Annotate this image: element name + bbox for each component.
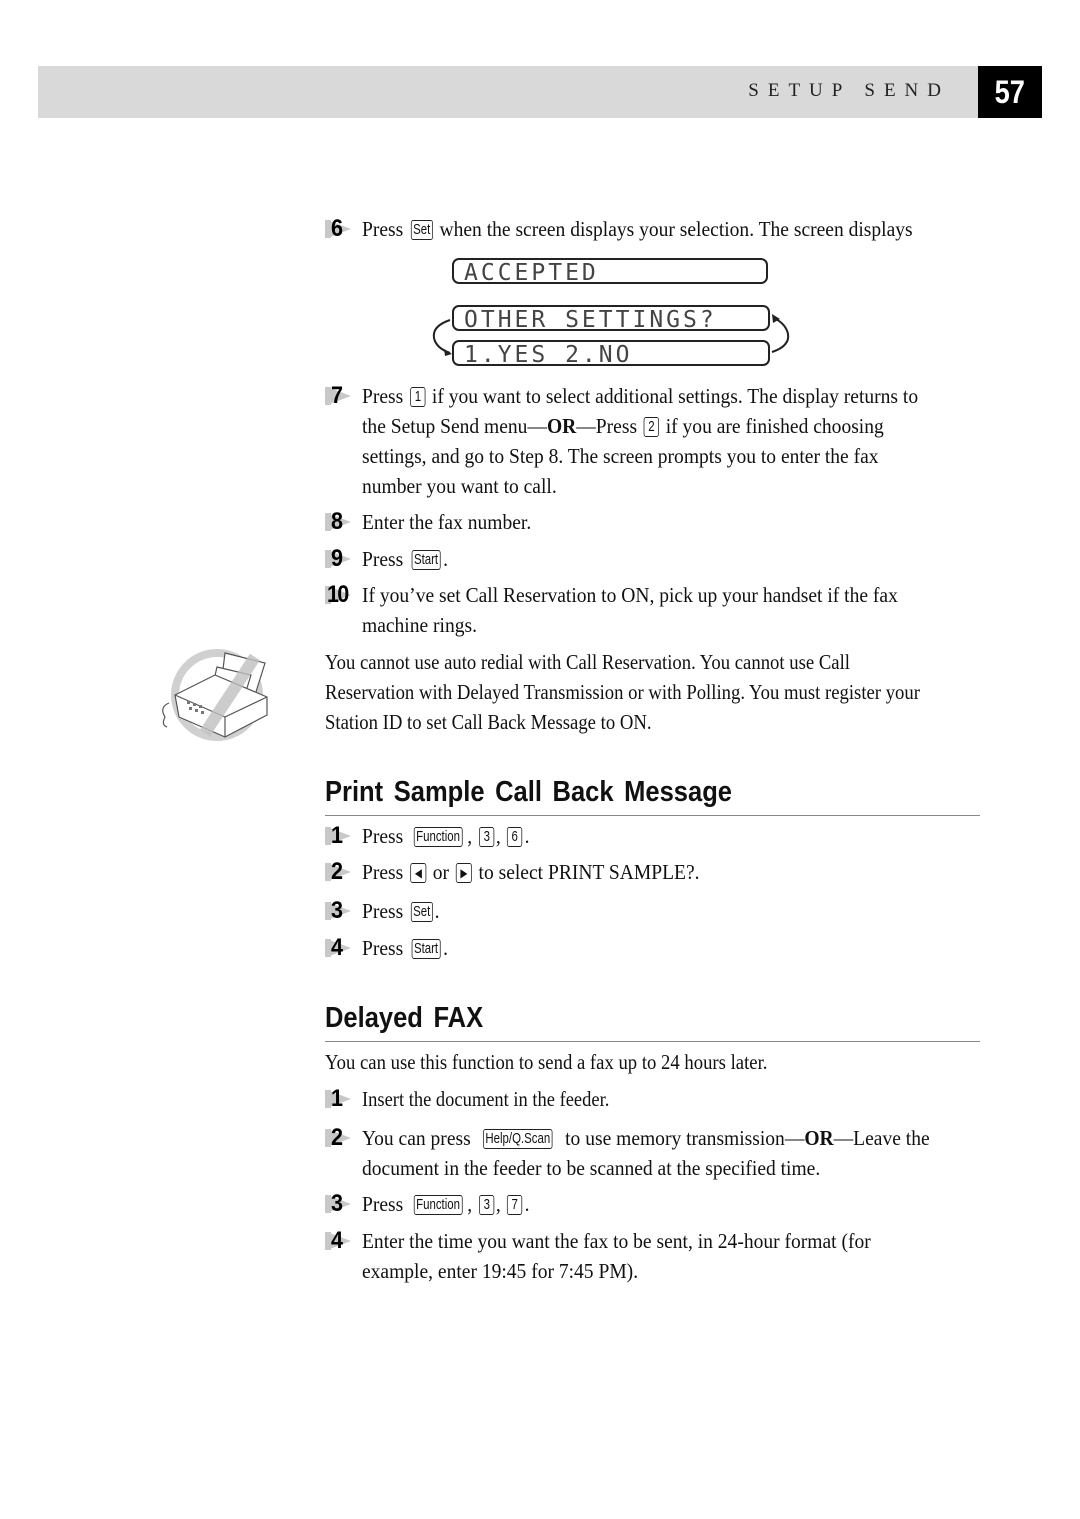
lcd-other-settings: OTHER SETTINGS? — [452, 305, 770, 333]
step-number-marker: 9 — [325, 544, 359, 574]
cycle-arrow-left-icon — [432, 319, 452, 356]
function-key: Function — [413, 1195, 462, 1215]
function-key: Function — [413, 827, 462, 847]
print-step-3: 3 Press Set. — [325, 896, 985, 926]
step-7: 7 Press 1 if you want to select addition… — [325, 381, 985, 501]
page-number-text: 57 — [994, 73, 1026, 110]
key-6: 6 — [507, 827, 523, 847]
lcd-accepted: ACCEPTED — [452, 258, 768, 286]
key-7: 7 — [507, 1195, 523, 1215]
set-key: Set — [410, 902, 433, 922]
set-key: Set — [410, 220, 433, 240]
step-number-marker: 3 — [325, 1189, 359, 1219]
right-arrow-key-icon: ▶ — [455, 863, 472, 883]
step-number-marker: 10 — [325, 580, 359, 610]
delayed-step-4: 4 Enter the time you want the fax to be … — [325, 1226, 985, 1286]
section-header-title: SETUP SEND — [748, 80, 950, 101]
step-number-marker: 3 — [325, 896, 359, 926]
cycle-arrow-right-icon — [771, 314, 790, 353]
print-step-2: 2 Press ◀ or ▶ to select PRINT SAMPLE?. — [325, 857, 985, 887]
key-3: 3 — [478, 1195, 495, 1215]
step-8: 8 Enter the fax number. — [325, 507, 985, 537]
key-1: 1 — [409, 387, 426, 407]
step-9: 9 Press Start. — [325, 544, 985, 574]
page-number: 57 — [978, 66, 1042, 118]
step-number-marker: 4 — [325, 1226, 359, 1256]
delayed-step-2: 2 You can press Help/Q.Scan to use memor… — [325, 1123, 985, 1183]
fax-machine-icon — [162, 649, 268, 741]
step-number-marker: 8 — [325, 507, 359, 537]
step-number-marker: 1 — [325, 821, 359, 851]
help-qscan-key: Help/Q.Scan — [483, 1129, 553, 1149]
key-2: 2 — [643, 417, 660, 437]
start-key: Start — [411, 550, 441, 570]
step-number-marker: 2 — [325, 857, 359, 887]
step-number-marker: 6 — [325, 214, 359, 244]
key-3: 3 — [478, 827, 495, 847]
step-number-marker: 1 — [325, 1084, 359, 1114]
delayed-fax-intro: You can use this function to send a fax … — [325, 1050, 768, 1074]
step-10: 10 If you’ve set Call Reservation to ON,… — [325, 580, 898, 637]
print-step-1: 1 Press Function, 3, 6. — [325, 821, 985, 851]
step-6: 6 Press Set when the screen displays you… — [325, 214, 985, 244]
start-key: Start — [411, 939, 441, 959]
note-text: You cannot use auto redial with Call Res… — [325, 650, 920, 734]
step-number-marker: 7 — [325, 381, 359, 411]
lcd-options: 1.YES 2.NO — [452, 340, 770, 368]
section-title-print-sample: Print Sample Call Back Message — [325, 776, 732, 808]
section-divider — [325, 815, 980, 816]
delayed-step-1: 1 Insert the document in the feeder. — [325, 1084, 985, 1114]
left-arrow-key-icon: ◀ — [409, 863, 427, 883]
delayed-step-3: 3 Press Function, 3, 7. — [325, 1189, 985, 1219]
section-title-delayed-fax: Delayed FAX — [325, 1002, 484, 1034]
step-number-marker: 2 — [325, 1123, 359, 1153]
section-divider — [325, 1041, 980, 1042]
step-number-marker: 4 — [325, 933, 359, 963]
print-step-4: 4 Press Start. — [325, 933, 985, 963]
